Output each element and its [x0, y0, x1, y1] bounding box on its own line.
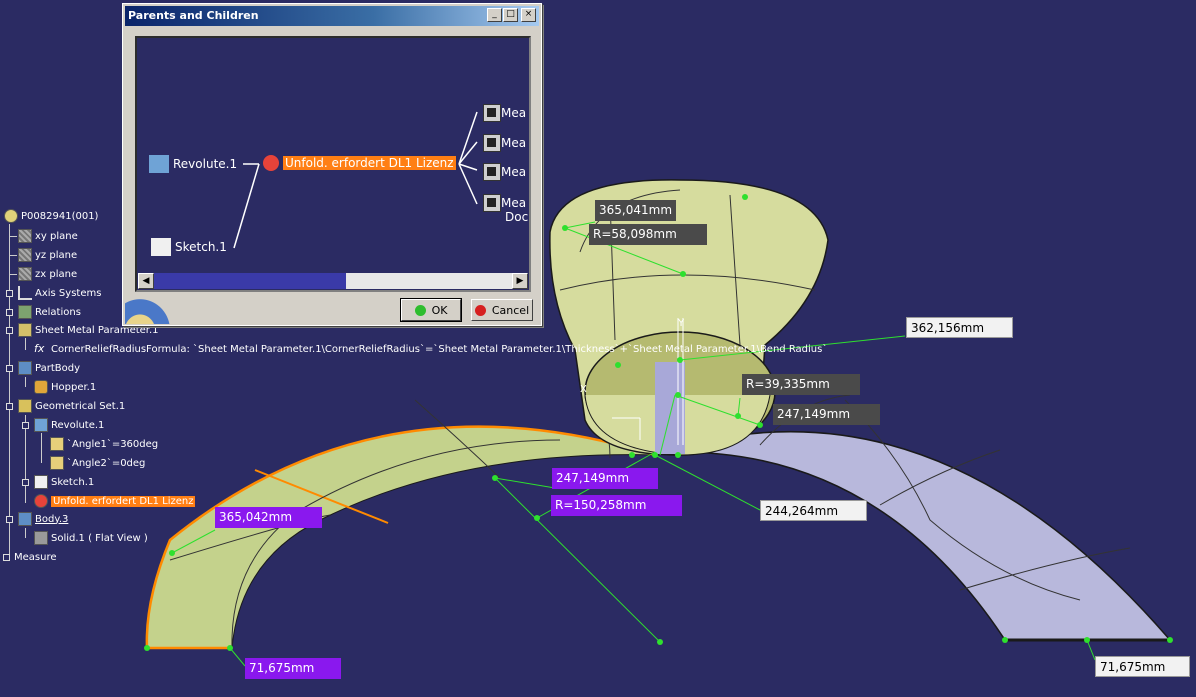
close-button[interactable]: ×: [521, 8, 536, 22]
ok-icon: [414, 304, 426, 316]
tree-item-angle2[interactable]: `Angle2`=0deg: [50, 454, 145, 472]
measure-label[interactable]: 365,041mm: [595, 200, 677, 221]
tree-item-axis-systems[interactable]: Axis Systems: [18, 284, 101, 302]
measure-label[interactable]: 247,149mm: [552, 468, 658, 489]
measure-label[interactable]: 71,675mm: [1095, 656, 1190, 677]
parameter-icon: [50, 456, 64, 470]
revolute-icon: [34, 418, 48, 432]
measure-icon: [483, 104, 501, 122]
tree-item-relations[interactable]: Relations: [18, 303, 81, 321]
measure-icon: [483, 194, 501, 212]
ok-button[interactable]: OK: [400, 298, 462, 322]
sketch-icon: [151, 238, 171, 256]
graph-node-label: Doc: [505, 210, 529, 224]
tree-item-zx-plane[interactable]: zx plane: [18, 265, 77, 283]
scroll-left-arrow[interactable]: ◀: [138, 273, 154, 289]
parents-children-dialog: Parents and Children _ □ × Revolute.1 Sk…: [122, 3, 542, 326]
cancel-button[interactable]: Cancel: [471, 299, 533, 321]
tree-item-root[interactable]: P0082941(001): [4, 207, 98, 225]
graph-node-revolute[interactable]: Revolute.1: [149, 155, 237, 173]
plane-icon: [18, 248, 32, 262]
tree-item-geometrical-set[interactable]: Geometrical Set.1: [18, 397, 125, 415]
tree-item-revolute[interactable]: Revolute.1: [34, 416, 104, 434]
hopper-icon: [34, 380, 48, 394]
graph-node-measure[interactable]: Mea: [483, 163, 526, 181]
measure-label[interactable]: 365,042mm: [215, 507, 322, 528]
formula-icon: fx: [34, 342, 45, 355]
graph-node-sketch[interactable]: Sketch.1: [151, 238, 227, 256]
tree-item-unfold[interactable]: Unfold. erfordert DL1 Lizenz: [34, 492, 196, 510]
dependency-graph[interactable]: Revolute.1 Sketch.1 Unfold. erfordert DL…: [135, 36, 531, 292]
measure-label[interactable]: 244,264mm: [760, 500, 867, 521]
scroll-thumb[interactable]: [154, 273, 346, 289]
body-icon: [18, 512, 32, 526]
svg-text:Y: Y: [677, 318, 685, 329]
unfold-icon: [263, 155, 279, 171]
minimize-button[interactable]: _: [487, 8, 502, 22]
body-icon: [18, 361, 32, 375]
tree-item-measure[interactable]: Measure: [14, 548, 57, 566]
compass-icon: [125, 294, 175, 324]
graph-node-unfold[interactable]: Unfold. erfordert DL1 Lizenz: [263, 155, 456, 171]
geometrical-set-icon: [18, 399, 32, 413]
measure-icon: [483, 134, 501, 152]
measure-label[interactable]: 71,675mm: [245, 658, 341, 679]
sheet-metal-icon: [18, 323, 32, 337]
measure-label[interactable]: 247,149mm: [773, 404, 880, 425]
tree-item-xy-plane[interactable]: xy plane: [18, 227, 78, 245]
tree-item-sketch[interactable]: Sketch.1: [34, 473, 94, 491]
tree-item-solid[interactable]: Solid.1 ( Flat View ): [34, 529, 148, 547]
revolute-icon: [149, 155, 169, 173]
tree-item-angle1[interactable]: `Angle1`=360deg: [50, 435, 158, 453]
maximize-button[interactable]: □: [503, 8, 518, 22]
cancel-icon: [474, 304, 486, 316]
measure-icon: [483, 163, 501, 181]
measure-label[interactable]: R=58,098mm: [589, 224, 707, 245]
svg-text:X: X: [580, 384, 587, 395]
solid-icon: [34, 531, 48, 545]
parameter-icon: [50, 437, 64, 451]
unfold-icon: [34, 494, 48, 508]
sketch-icon: [34, 475, 48, 489]
tree-item-yz-plane[interactable]: yz plane: [18, 246, 77, 264]
relations-icon: [18, 305, 32, 319]
graph-node-measure[interactable]: Mea: [483, 134, 526, 152]
axis-icon: [18, 286, 32, 300]
measure-label[interactable]: R=150,258mm: [551, 495, 682, 516]
tree-item-partbody[interactable]: PartBody: [18, 359, 80, 377]
plane-icon: [18, 229, 32, 243]
measure-label[interactable]: R=39,335mm: [742, 374, 860, 395]
graph-node-measure[interactable]: Mea: [483, 104, 526, 122]
measure-label[interactable]: 362,156mm: [906, 317, 1013, 338]
tree-item-formula[interactable]: fx CornerReliefRadiusFormula: `Sheet Meta…: [34, 340, 827, 358]
tree-item-body3[interactable]: Body.3: [18, 510, 68, 528]
plane-icon: [18, 267, 32, 281]
horizontal-scrollbar[interactable]: ◀ ▶: [138, 273, 528, 289]
tree-item-hopper[interactable]: Hopper.1: [34, 378, 96, 396]
scroll-right-arrow[interactable]: ▶: [512, 273, 528, 289]
dialog-title[interactable]: Parents and Children: [125, 6, 539, 26]
part-icon: [4, 209, 18, 223]
